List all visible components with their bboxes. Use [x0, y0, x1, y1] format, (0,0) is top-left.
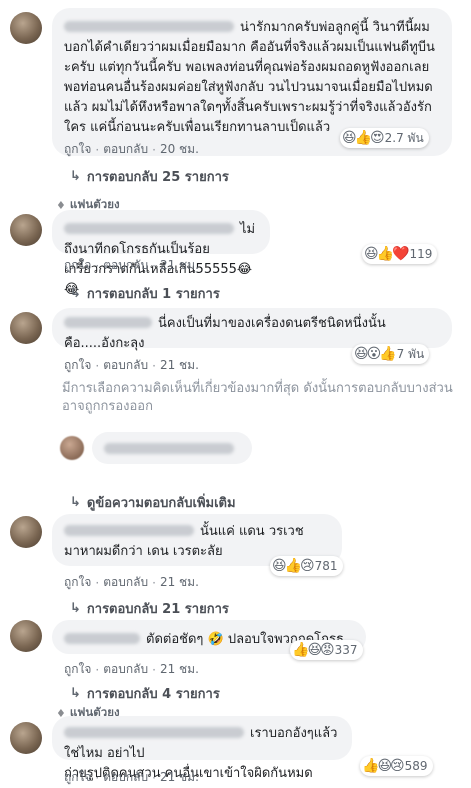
angry-reaction-icon: 😡 — [320, 642, 335, 658]
view-replies-link[interactable]: ↳ การตอบกลับ 4 รายการ — [70, 683, 220, 704]
collapsed-reply[interactable] — [0, 432, 471, 472]
separator: · — [152, 142, 156, 157]
blurred-author-name — [104, 442, 234, 454]
view-replies-link[interactable]: ↳ การตอบกลับ 1 รายการ — [70, 283, 220, 304]
separator: · — [95, 662, 100, 677]
like-link[interactable]: ถูกใจ — [64, 256, 91, 275]
separator: · — [95, 358, 100, 373]
timestamp[interactable]: 21 ชม. — [160, 660, 199, 679]
replies-count-label: การตอบกลับ 1 รายการ — [86, 287, 220, 302]
comment-bubble: นี่คงเป็นที่มาของเครื่องดนตรีชนิดหนึ่งนั… — [52, 308, 452, 351]
comment-actions: ถูกใจ · ตอบกลับ · 20 ชม. — [64, 140, 199, 159]
like-link[interactable]: ถูกใจ — [64, 768, 91, 787]
like-reaction-icon: 👍 — [379, 346, 397, 362]
love-reaction-icon: 😍 — [370, 130, 385, 146]
avatar[interactable] — [60, 436, 84, 460]
blurred-author-name[interactable] — [64, 21, 234, 32]
view-more-replies-link[interactable]: ↳ ดูข้อความตอบกลับเพิ่มเติม — [70, 492, 236, 513]
separator: · — [152, 662, 156, 677]
separator: · — [152, 575, 156, 590]
blurred-author-name[interactable] — [64, 223, 234, 234]
reaction-count: 337 — [334, 643, 358, 657]
comment-actions: ถูกใจ · ตอบกลับ · 21 ชม. — [64, 256, 199, 275]
blurred-author-name[interactable] — [64, 633, 140, 644]
reply-link[interactable]: ตอบกลับ — [103, 660, 148, 679]
comment-actions: ถูกใจ · ตอบกลับ · 21 ชม. — [64, 573, 199, 592]
comment-actions: ถูกใจ · ตอบกลับ · 21 ชม. — [64, 768, 199, 787]
reaction-summary[interactable]: 😆 😮 👍 7 พัน — [352, 344, 430, 364]
reply-arrow-icon: ↳ — [70, 601, 81, 616]
reaction-summary[interactable]: 😆 👍 ❤️ 119 — [362, 244, 438, 264]
avatar[interactable] — [10, 12, 42, 44]
comment-actions: ถูกใจ · ตอบกลับ · 21 ชม. — [64, 660, 199, 679]
filtered-replies-notice: มีการเลือกความคิดเห็นที่เกี่ยวข้องมากที่… — [62, 381, 453, 414]
reply-link[interactable]: ตอบกลับ — [103, 356, 148, 375]
replies-count-label: การตอบกลับ 4 รายการ — [86, 687, 220, 702]
reaction-count: 781 — [314, 559, 338, 573]
view-more-replies-label: ดูข้อความตอบกลับเพิ่มเติม — [86, 496, 236, 511]
reaction-count: 119 — [409, 247, 433, 261]
reaction-count: 2.7 พัน — [384, 130, 424, 145]
reply-arrow-icon: ↳ — [70, 169, 81, 184]
comment-bubble: เราบอกอังๆแล้วใช่ไหม อย่าไป ถ่ายรูปติดคน… — [52, 716, 352, 781]
reaction-summary[interactable]: 👍 😆 😢 589 — [360, 756, 433, 776]
avatar[interactable] — [10, 620, 42, 652]
reply-arrow-icon: ↳ — [70, 495, 81, 510]
separator: · — [152, 258, 156, 273]
reaction-summary[interactable]: 😆 👍 😢 781 — [270, 556, 343, 576]
avatar[interactable] — [10, 516, 42, 548]
reply-link[interactable]: ตอบกลับ — [103, 256, 148, 275]
timestamp[interactable]: 21 ชม. — [160, 356, 199, 375]
reply-link[interactable]: ตอบกลับ — [103, 573, 148, 592]
replies-count-label: การตอบกลับ 21 รายการ — [86, 602, 229, 617]
separator: · — [152, 770, 156, 785]
view-replies-link[interactable]: ↳ การตอบกลับ 21 รายการ — [70, 598, 229, 619]
reaction-count: 7 พัน — [396, 346, 425, 361]
timestamp[interactable]: 21 ชม. — [160, 256, 199, 275]
timestamp[interactable]: 21 ชม. — [160, 573, 199, 592]
reaction-summary[interactable]: 😆 👍 😍 2.7 พัน — [340, 128, 429, 148]
reaction-summary[interactable]: 👍 😆 😡 337 — [290, 640, 363, 660]
like-link[interactable]: ถูกใจ — [64, 140, 91, 159]
separator: · — [95, 575, 100, 590]
avatar[interactable] — [10, 722, 42, 754]
reply-link[interactable]: ตอบกลับ — [103, 140, 148, 159]
sad-reaction-icon: 😢 — [390, 758, 405, 774]
separator: · — [152, 358, 156, 373]
love-reaction-icon: ❤️ — [392, 246, 410, 262]
avatar[interactable] — [10, 214, 42, 246]
like-link[interactable]: ถูกใจ — [64, 660, 91, 679]
timestamp[interactable]: 21 ชม. — [160, 768, 199, 787]
collapsed-reply-bubble[interactable] — [92, 432, 252, 464]
replies-count-label: การตอบกลับ 25 รายการ — [86, 170, 229, 185]
blurred-author-name[interactable] — [64, 317, 152, 328]
reply-arrow-icon: ↳ — [70, 686, 81, 701]
reply-link[interactable]: ตอบกลับ — [103, 768, 148, 787]
timestamp[interactable]: 20 ชม. — [160, 140, 199, 159]
diamond-icon: ♦ — [56, 198, 66, 212]
comment-bubble: ไม่ถึงนาทีกดโกรธกันเป็นร้อย เกรี้ยวกราดก… — [52, 210, 270, 297]
reply-arrow-icon: ↳ — [70, 286, 81, 301]
avatar[interactable] — [10, 312, 42, 344]
separator: · — [95, 142, 100, 157]
like-link[interactable]: ถูกใจ — [64, 356, 91, 375]
reaction-count: 589 — [404, 759, 428, 773]
blurred-author-name[interactable] — [64, 727, 244, 738]
comment-actions: ถูกใจ · ตอบกลับ · 21 ชม. — [64, 356, 199, 375]
comment-text: น่ารักมากครับพ่อลูกคู่นี้ วินาทีนี้ผมบอก… — [64, 20, 435, 135]
like-link[interactable]: ถูกใจ — [64, 573, 91, 592]
view-replies-link[interactable]: ↳ การตอบกลับ 25 รายการ — [70, 166, 229, 187]
separator: · — [95, 258, 100, 273]
separator: · — [95, 770, 100, 785]
sad-reaction-icon: 😢 — [300, 558, 315, 574]
blurred-author-name[interactable] — [64, 525, 194, 536]
